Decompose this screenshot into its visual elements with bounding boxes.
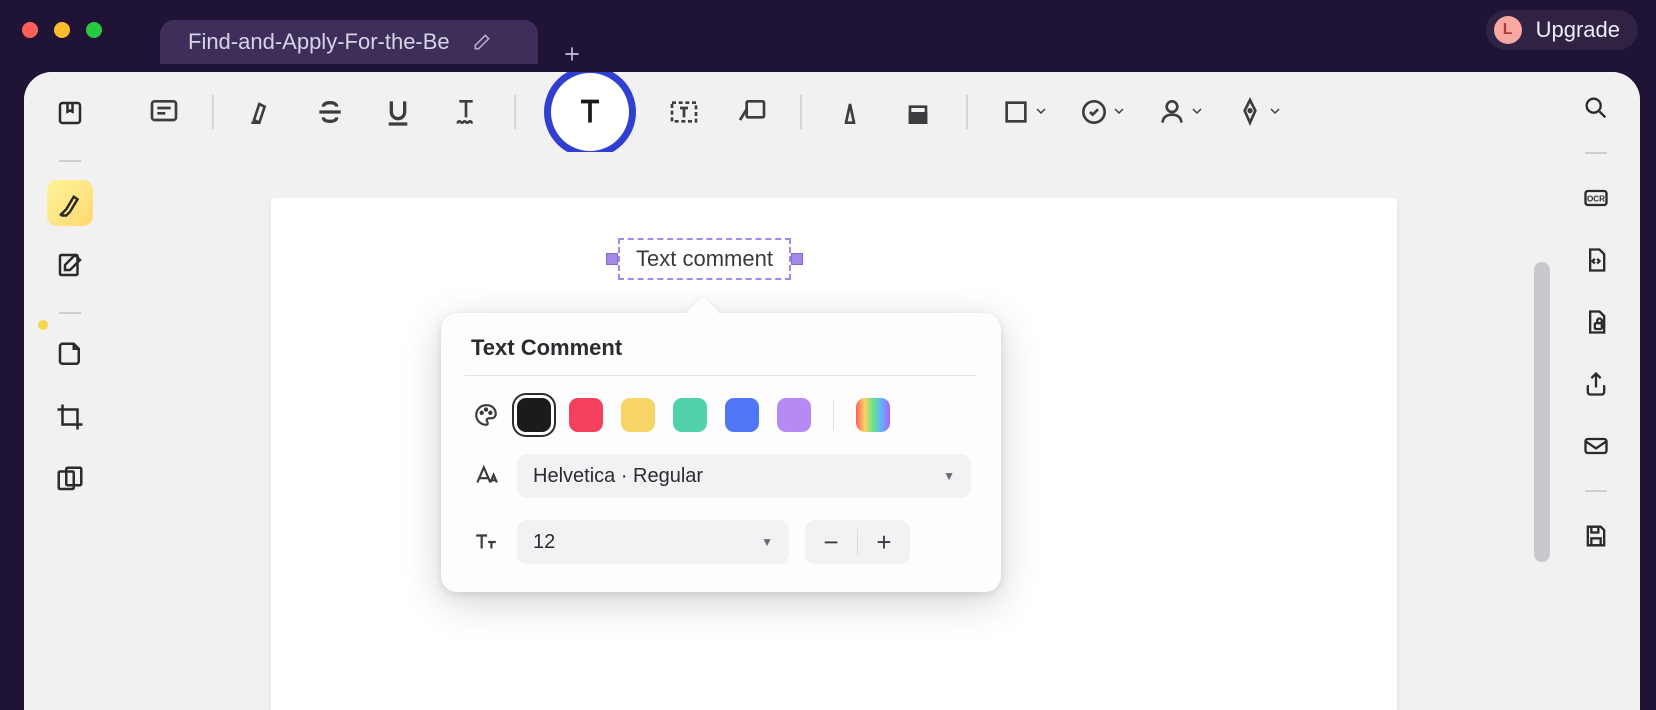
active-indicator: [38, 320, 48, 330]
decrease-size-button[interactable]: −: [805, 520, 857, 564]
tab-title: Find-and-Apply-For-the-Be: [188, 29, 450, 55]
color-swatch-yellow[interactable]: [621, 398, 655, 432]
page-tool-button[interactable]: [47, 332, 93, 378]
upgrade-button-label: Upgrade: [1536, 17, 1620, 43]
text-comment-popover: Text Comment: [441, 313, 1001, 592]
callout-button[interactable]: [732, 92, 772, 132]
text-comment-annotation[interactable]: Text comment: [606, 238, 803, 280]
palette-icon: [471, 402, 501, 428]
bookmark-panel-button[interactable]: [47, 90, 93, 136]
protect-button[interactable]: [1574, 300, 1618, 344]
divider: [966, 95, 968, 129]
divider: [833, 400, 834, 430]
divider: [1585, 152, 1607, 154]
compare-tool-button[interactable]: [47, 456, 93, 502]
share-button[interactable]: [1574, 362, 1618, 406]
caret-down-icon: [1270, 103, 1280, 121]
app-window: Text comment Text Comment: [24, 72, 1640, 710]
canvas[interactable]: Text comment Text Comment: [116, 152, 1552, 710]
eraser-tool-button[interactable]: [898, 92, 938, 132]
convert-button[interactable]: [1574, 238, 1618, 282]
pencil-tool-button[interactable]: [830, 92, 870, 132]
divider: [465, 375, 977, 376]
email-button[interactable]: [1574, 424, 1618, 468]
center-area: Text comment Text Comment: [116, 72, 1552, 710]
minimize-window-button[interactable]: [54, 22, 70, 38]
edit-tool-button[interactable]: [47, 242, 93, 288]
maximize-window-button[interactable]: [86, 22, 102, 38]
color-swatch-custom[interactable]: [856, 398, 890, 432]
font-family-icon: [471, 463, 501, 489]
text-comment-value: Text comment: [636, 246, 773, 272]
color-swatch-black[interactable]: [517, 398, 551, 432]
font-family-select[interactable]: Helvetica · Regular ▼: [517, 454, 971, 498]
sticky-note-button[interactable]: [144, 92, 184, 132]
caret-down-icon: [1114, 103, 1124, 121]
strikethrough-button[interactable]: [310, 92, 350, 132]
font-row: Helvetica · Regular ▼: [471, 454, 971, 498]
document-page[interactable]: Text comment Text Comment: [271, 198, 1397, 710]
popover-title: Text Comment: [471, 335, 971, 361]
underline-button[interactable]: [378, 92, 418, 132]
color-swatch-teal[interactable]: [673, 398, 707, 432]
pen-tool-button[interactable]: [1230, 92, 1270, 132]
text-comment-input[interactable]: Text comment: [618, 238, 791, 280]
rename-tab-icon[interactable]: [472, 32, 492, 52]
search-button[interactable]: [1574, 86, 1618, 130]
font-size-icon: [471, 529, 501, 555]
caret-down-icon: ▼: [761, 535, 773, 549]
crop-tool-button[interactable]: [47, 394, 93, 440]
color-swatch-blue[interactable]: [725, 398, 759, 432]
document-tab[interactable]: Find-and-Apply-For-the-Be: [160, 20, 538, 64]
signature-tool-button[interactable]: [1152, 92, 1192, 132]
resize-handle-right[interactable]: [791, 253, 803, 265]
caret-down-icon: ▼: [943, 469, 955, 483]
increase-size-button[interactable]: +: [858, 520, 910, 564]
account-pill[interactable]: L Upgrade: [1486, 10, 1638, 50]
font-size-stepper: − +: [805, 520, 910, 564]
avatar: L: [1494, 16, 1522, 44]
size-row: 12 ▼ − +: [471, 520, 971, 564]
svg-text:OCR: OCR: [1587, 195, 1605, 204]
divider: [514, 95, 516, 129]
avatar-letter: L: [1503, 21, 1513, 39]
text-comment-button[interactable]: [544, 72, 636, 158]
save-button[interactable]: [1574, 514, 1618, 558]
divider: [59, 312, 81, 314]
divider: [800, 95, 802, 129]
caret-down-icon: [1036, 103, 1046, 121]
stamp-tool-button[interactable]: [1074, 92, 1114, 132]
color-swatch-purple[interactable]: [777, 398, 811, 432]
divider: [59, 160, 81, 162]
vertical-scrollbar[interactable]: [1534, 262, 1550, 562]
color-swatch-red[interactable]: [569, 398, 603, 432]
annotation-toolbar: [116, 72, 1552, 152]
color-row: [471, 398, 971, 432]
color-swatches: [517, 398, 890, 432]
divider: [212, 95, 214, 129]
font-size-select[interactable]: 12 ▼: [517, 520, 789, 564]
close-window-button[interactable]: [22, 22, 38, 38]
font-size-value: 12: [533, 531, 555, 554]
tabstrip: Find-and-Apply-For-the-Be: [0, 8, 1656, 64]
squiggly-underline-button[interactable]: [446, 92, 486, 132]
new-tab-button[interactable]: [562, 44, 582, 64]
shape-tool-button[interactable]: [996, 92, 1036, 132]
window-controls: [22, 22, 102, 38]
text-box-button[interactable]: [664, 92, 704, 132]
highlighter-tool-button[interactable]: [47, 180, 93, 226]
ocr-button[interactable]: OCR: [1574, 176, 1618, 220]
resize-handle-left[interactable]: [606, 253, 618, 265]
font-family-value: Helvetica · Regular: [533, 465, 703, 488]
divider: [1585, 490, 1607, 492]
highlight-text-button[interactable]: [242, 92, 282, 132]
right-rail: OCR: [1552, 72, 1640, 710]
caret-down-icon: [1192, 103, 1202, 121]
left-rail: [24, 72, 116, 710]
